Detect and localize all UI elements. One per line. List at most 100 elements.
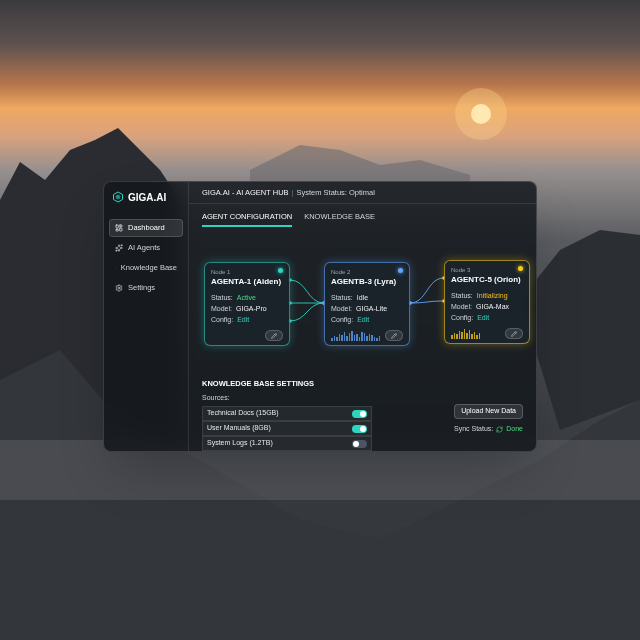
agent-node[interactable]: Node 3AGENTC-5 (Orion)Status:Initializin… <box>444 260 530 344</box>
sources-list: Technical Docs (15GB)User Manuals (8GB)S… <box>202 406 372 451</box>
header-separator: | <box>292 187 294 198</box>
node-status: Status:Initializing <box>451 290 523 301</box>
logo: GIGA.AI <box>109 189 183 205</box>
activity-bar <box>354 335 356 341</box>
activity-bar <box>459 331 461 339</box>
activity-bar <box>351 331 353 341</box>
edit-button[interactable] <box>505 328 523 339</box>
node-label: Node 2 <box>331 268 403 276</box>
toggle-knob <box>353 441 359 447</box>
activity-bar <box>349 333 351 341</box>
activity-bar <box>451 335 453 339</box>
activity-chart <box>331 331 380 341</box>
source-toggle[interactable] <box>352 440 367 448</box>
activity-bar <box>471 334 473 339</box>
node-footer <box>211 330 283 345</box>
pencil-icon <box>511 331 517 337</box>
screen: GIGA.AI Dashboard AI Agents Knowledge Base S… <box>0 0 640 640</box>
activity-bar <box>346 336 348 341</box>
sync-status: Sync Status:Done <box>454 424 523 435</box>
layout: GIGA.AI Dashboard AI Agents Knowledge Base S… <box>0 0 640 452</box>
toggle-knob <box>360 426 366 432</box>
activity-bar <box>361 332 363 341</box>
edit-link[interactable]: Edit <box>237 314 249 325</box>
knowledge-base-settings: KNOWLEDGE BASE SETTINGS Sources: Technical… <box>189 379 536 451</box>
node-title: AGENTA-1 (Aiden) <box>211 276 283 287</box>
app-window: GIGA.AI Dashboard AI Agents Knowledge Base S… <box>103 181 537 452</box>
activity-bar <box>371 335 373 341</box>
node-fields: Status:ActiveModel:GIGA-ProConfig:Edit <box>211 292 283 325</box>
activity-bar <box>469 330 471 339</box>
edit-button[interactable] <box>265 330 283 341</box>
sources-label: Sources: <box>202 393 372 403</box>
nav-icon <box>115 264 116 272</box>
source-toggle[interactable] <box>352 410 367 418</box>
logo-icon <box>112 191 124 203</box>
activity-bar <box>479 333 481 339</box>
activity-bar <box>334 336 336 341</box>
node-footer <box>451 328 523 343</box>
edit-link[interactable]: Edit <box>357 314 369 325</box>
node-model: Model:GIGA-Pro <box>211 303 283 314</box>
activity-bar <box>356 334 358 341</box>
activity-bar <box>336 337 338 341</box>
nav-icon <box>115 284 123 292</box>
sync-column: Upload New Data Sync Status:Done <box>454 379 523 451</box>
source-row: System Logs (1.2TB) <box>202 436 372 451</box>
agent-node[interactable]: Node 1AGENTA-1 (Aiden) Status:ActiveModel… <box>204 262 290 346</box>
nav-icon <box>115 244 123 252</box>
activity-bar <box>339 334 341 341</box>
node-fields: Status:InitializingModel:GIGA-MaxConfig:… <box>451 290 523 323</box>
section-title: KNOWLEDGE BASE SETTINGS <box>202 379 372 389</box>
sidebar-nav: Dashboard AI Agents Knowledge Base Settings <box>109 219 183 297</box>
source-row: Technical Docs (15GB) <box>202 406 372 421</box>
main: GIGA.AI - AI AGENT HUB|System Status: Op… <box>189 182 536 451</box>
node-status: Status:Active <box>211 292 283 303</box>
node-config: Config:Edit <box>451 312 523 323</box>
pencil-icon <box>391 333 397 339</box>
activity-bar <box>376 338 378 341</box>
tab[interactable]: AGENT CONFIGURATION <box>202 211 292 227</box>
activity-bar <box>461 332 463 339</box>
node-indicator <box>398 268 403 273</box>
activity-bar <box>359 337 361 341</box>
activity-chart <box>451 329 480 339</box>
activity-bar <box>476 335 478 339</box>
activity-bar <box>341 335 343 341</box>
node-indicator <box>518 266 523 271</box>
node-indicator <box>278 268 283 273</box>
node-config: Config:Edit <box>211 314 283 325</box>
activity-bar <box>369 334 371 341</box>
sidebar-item[interactable]: Knowledge Base <box>109 259 183 277</box>
node-status: Status:Idle <box>331 292 403 303</box>
node-fields: Status:IdleModel:GIGA-LiteConfig:Edit <box>331 292 403 325</box>
sidebar-item[interactable]: Dashboard <box>109 219 183 237</box>
source-row: User Manuals (8GB) <box>202 421 372 436</box>
sidebar: GIGA.AI Dashboard AI Agents Knowledge Base S… <box>104 182 189 451</box>
agent-node[interactable]: Node 2AGENTB-3 (Lyra)Status:IdleModel:GI… <box>324 262 410 346</box>
source-toggle[interactable] <box>352 425 367 433</box>
pencil-icon <box>271 333 277 339</box>
upload-button[interactable]: Upload New Data <box>454 404 523 419</box>
activity-bar <box>474 332 476 339</box>
activity-bar <box>454 333 456 339</box>
activity-bar <box>344 332 346 341</box>
sidebar-item[interactable]: Settings <box>109 279 183 297</box>
edit-link[interactable]: Edit <box>477 312 489 323</box>
node-model: Model:GIGA-Max <box>451 301 523 312</box>
agent-canvas: Node 1AGENTA-1 (Aiden)Status:ActiveModel… <box>189 227 536 373</box>
header-title: GIGA.AI - AI AGENT HUB <box>202 187 289 198</box>
header: GIGA.AI - AI AGENT HUB|System Status: Op… <box>189 182 536 204</box>
sidebar-item[interactable]: AI Agents <box>109 239 183 257</box>
nav-icon <box>115 224 123 232</box>
toggle-knob <box>360 411 366 417</box>
sources-column: KNOWLEDGE BASE SETTINGS Sources: Technical… <box>202 379 372 451</box>
activity-bar <box>379 336 381 341</box>
edit-button[interactable] <box>385 330 403 341</box>
tab[interactable]: KNOWLEDGE BASE <box>304 211 375 227</box>
node-label: Node 1 <box>211 268 283 276</box>
activity-bar <box>331 338 333 341</box>
node-title: AGENTC-5 (Orion) <box>451 274 523 285</box>
activity-bar <box>456 334 458 339</box>
system-status: System Status: Optimal <box>297 187 375 198</box>
